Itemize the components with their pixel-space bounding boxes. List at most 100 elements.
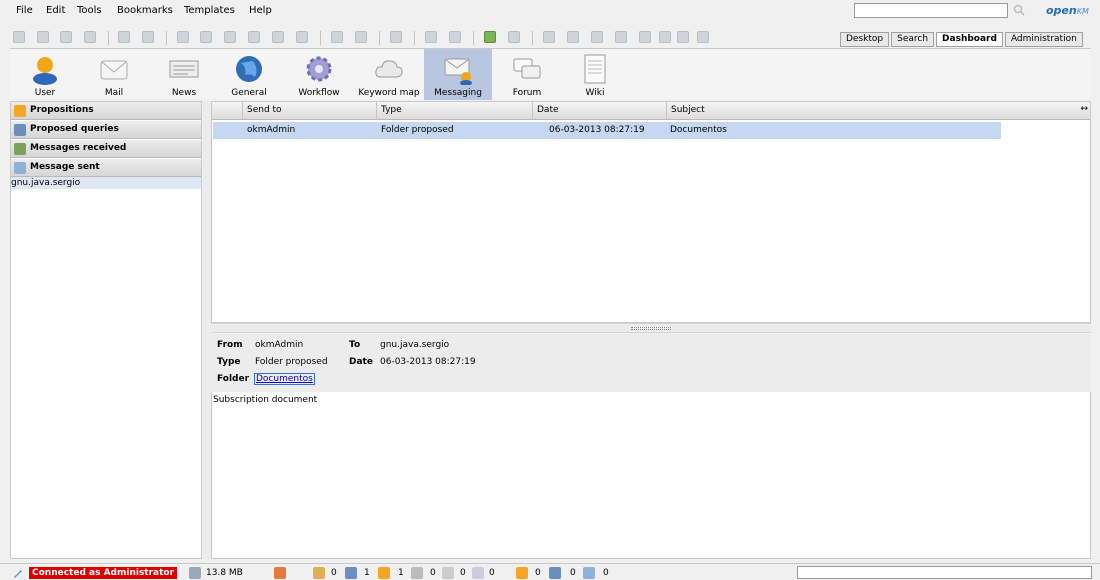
dashboard-keyword-map[interactable]: Keyword map (354, 49, 424, 100)
message-folders-panel: Propositions Proposed queries Messages r… (10, 101, 202, 559)
add-folder-icon[interactable] (177, 31, 189, 43)
vertical-splitter[interactable] (203, 101, 211, 559)
subscribed-documents-icon[interactable] (378, 567, 390, 579)
section-message-sent[interactable]: Message sent (11, 159, 201, 177)
subscribed-folders-icon[interactable] (411, 567, 423, 579)
column-type[interactable]: Type (376, 102, 532, 120)
message-body: Subscription document (211, 392, 1091, 559)
section-messages-received[interactable]: Messages received (11, 140, 201, 158)
folders-count: 0 (430, 568, 436, 578)
dashboard-workflow[interactable]: Workflow (294, 49, 344, 100)
tab-administration[interactable]: Administration (1004, 32, 1083, 47)
folder-link[interactable]: Documentos (254, 373, 315, 385)
column-subject[interactable]: Subject (666, 102, 1000, 120)
openkm-logo: openKM (1046, 4, 1089, 17)
section-propositions[interactable]: Propositions (11, 102, 201, 120)
proposed-count: 0 (535, 568, 541, 578)
checkout-icon[interactable] (224, 31, 236, 43)
subscribe-icon[interactable] (425, 31, 437, 43)
column-date[interactable]: Date (532, 102, 666, 120)
mail-icon (100, 60, 128, 80)
dashboard-general[interactable]: General (228, 49, 270, 100)
mail-send-icon[interactable] (567, 31, 579, 43)
tab-desktop[interactable]: Desktop (840, 32, 890, 47)
link-icon[interactable] (591, 31, 603, 43)
type-label: Type (217, 357, 241, 367)
column-resize-icon[interactable]: ↔ (1080, 104, 1088, 114)
print-icon[interactable] (84, 31, 96, 43)
attachment-icon[interactable] (472, 567, 484, 579)
lock-icon[interactable] (118, 31, 130, 43)
checkout-documents-icon[interactable] (345, 567, 357, 579)
menu-bar: File Edit Tools Bookmarks Templates Help… (0, 0, 1100, 22)
toolbar-separator (108, 31, 109, 45)
gear-icon (306, 56, 332, 82)
dashboard-forum[interactable]: Forum (506, 49, 548, 100)
sent-icon (14, 162, 26, 174)
stamp-icon[interactable] (677, 31, 689, 43)
type-value: Folder proposed (255, 357, 328, 367)
user-status-icon[interactable] (274, 567, 286, 579)
locked-documents-icon[interactable] (313, 567, 325, 579)
dashboard-messaging[interactable]: Messaging (424, 49, 492, 100)
unlock-icon[interactable] (142, 31, 154, 43)
tab-search[interactable]: Search (891, 32, 935, 47)
property-group-icon[interactable] (331, 31, 343, 43)
received-icon (14, 143, 26, 155)
section-proposed-queries[interactable]: Proposed queries (11, 121, 201, 139)
checkin-icon[interactable] (248, 31, 260, 43)
from-label: From (217, 340, 243, 350)
dashboard-wiki[interactable]: Wiki (574, 49, 616, 100)
date-label: Date (349, 357, 373, 367)
table-row[interactable]: okmAdmin Folder proposed 06-03-2013 08:2… (213, 122, 1001, 139)
scanner-icon[interactable] (639, 31, 651, 43)
dashboard-mail[interactable]: Mail (93, 49, 135, 100)
globe-icon (236, 56, 262, 82)
splitter-grip[interactable] (631, 327, 671, 330)
pencil-icon (14, 570, 22, 578)
workflow-icon[interactable] (390, 31, 402, 43)
cancel-checkout-icon[interactable] (272, 31, 284, 43)
horizontal-splitter[interactable] (211, 323, 1091, 333)
from-value: okmAdmin (255, 340, 304, 350)
workflow-status-icon[interactable] (442, 567, 454, 579)
message-text: Subscription document (213, 395, 318, 405)
search-input[interactable] (854, 3, 1008, 18)
message-received-icon[interactable] (583, 567, 595, 579)
list-item-recipient[interactable]: gnu.java.sergio (11, 177, 201, 189)
refresh-icon[interactable] (484, 31, 496, 43)
to-label: To (349, 340, 361, 350)
toolbar-separator (414, 31, 415, 45)
menu-edit[interactable]: Edit (46, 5, 65, 16)
proposed-subscription-icon[interactable] (516, 567, 528, 579)
add-document-icon[interactable] (200, 31, 212, 43)
menu-help[interactable]: Help (249, 5, 272, 16)
message-table: Send to Type Date Subject ↔ okmAdmin Fol… (211, 101, 1091, 323)
binoculars-icon[interactable] (13, 31, 25, 43)
unsubscribe-icon[interactable] (449, 31, 461, 43)
menu-file[interactable]: File (16, 5, 33, 16)
menu-templates[interactable]: Templates (184, 5, 235, 16)
news-icon (169, 60, 199, 78)
menu-bookmarks[interactable]: Bookmarks (117, 5, 173, 16)
forum-icon (513, 58, 541, 79)
workspace-tabs: Desktop Search Dashboard Administration (840, 32, 1085, 47)
tab-dashboard[interactable]: Dashboard (936, 32, 1003, 47)
column-send-to[interactable]: Send to (242, 102, 376, 120)
dashboard-user[interactable]: User (24, 49, 66, 100)
queries-icon (14, 124, 26, 136)
export-icon[interactable] (543, 31, 555, 43)
home-icon[interactable] (508, 31, 520, 43)
menu-tools[interactable]: Tools (77, 5, 102, 16)
edit-document-icon[interactable] (60, 31, 72, 43)
search-icon[interactable] (1013, 4, 1025, 16)
eraser-icon[interactable] (697, 31, 709, 43)
delete-icon[interactable] (296, 31, 308, 43)
dashboard-news[interactable]: News (163, 49, 205, 100)
document-icon[interactable] (37, 31, 49, 43)
cloud-upload-icon[interactable] (659, 31, 671, 43)
pdf-icon[interactable] (615, 31, 627, 43)
remove-property-icon[interactable] (355, 31, 367, 43)
proposed-query-icon[interactable] (549, 567, 561, 579)
status-input[interactable] (797, 566, 1092, 579)
